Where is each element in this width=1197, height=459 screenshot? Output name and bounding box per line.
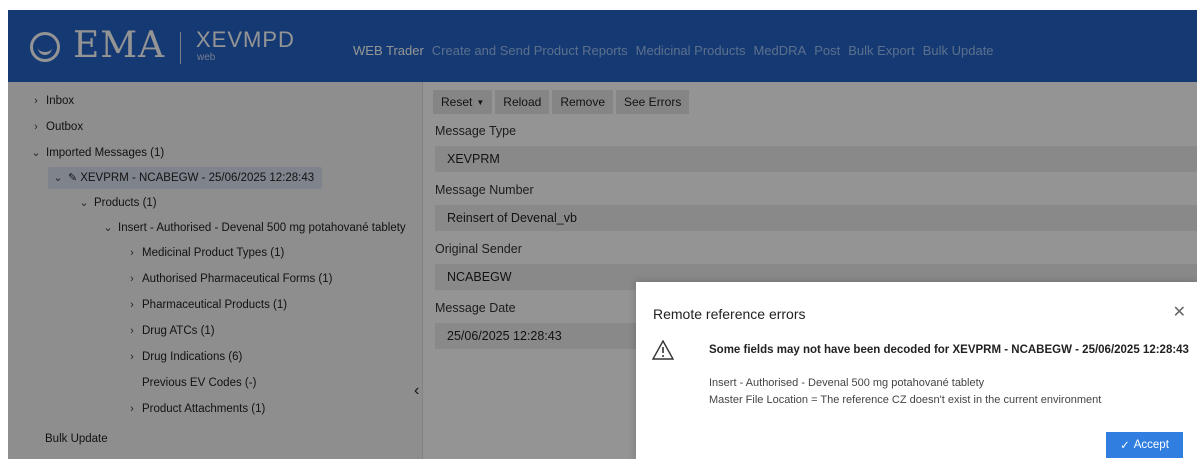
accept-label: Accept <box>1133 439 1169 451</box>
warning-icon <box>652 340 674 360</box>
check-icon: ✓ <box>1120 440 1130 452</box>
app-window: EMA XEVMPD web WEB Trader Create and Sen… <box>8 10 1197 459</box>
remote-reference-errors-dialog: Remote reference errors ✕ Some fields ma… <box>636 282 1197 459</box>
error-product-line: Insert - Authorised - Devenal 500 mg pot… <box>709 377 985 389</box>
dialog-title: Remote reference errors <box>653 306 806 322</box>
accept-button[interactable]: ✓ Accept <box>1106 432 1183 458</box>
close-icon[interactable]: ✕ <box>1173 302 1186 322</box>
dialog-heading: Some fields may not have been decoded fo… <box>709 344 1189 356</box>
error-detail-line: Master File Location = The reference CZ … <box>709 394 1102 406</box>
